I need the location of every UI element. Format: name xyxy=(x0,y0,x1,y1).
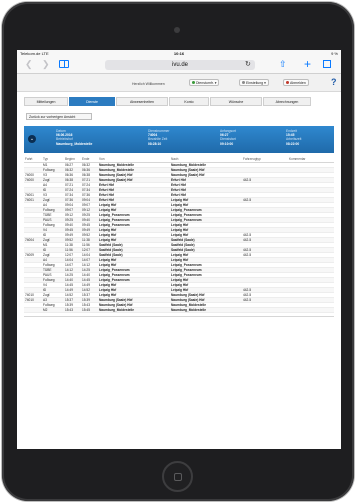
summary-label: Dienststart xyxy=(220,137,236,142)
summary-col-date: Datum 06.06.2016 Betriebshof Naumburg_Mo… xyxy=(56,129,92,146)
tabs-overview-icon[interactable] xyxy=(323,60,331,68)
table-cell: Naumburg_Moldestelle xyxy=(98,307,170,313)
logout-icon xyxy=(286,81,289,84)
tab-wuensche[interactable]: Wünsche xyxy=(210,97,262,106)
summary-value: 09:10:00 xyxy=(220,141,234,146)
front-camera xyxy=(174,27,180,33)
dienstumfrage-button[interactable]: Dienstumfr. ▾ xyxy=(189,79,220,86)
back-arrow-icon[interactable]: ❮ xyxy=(25,59,33,70)
table-cell xyxy=(288,307,334,313)
gear-icon xyxy=(242,81,245,84)
tab-abrechnungen[interactable]: Abrechnungen xyxy=(263,97,311,106)
dienstumfrage-label: Dienstumfr. xyxy=(196,80,214,85)
summary-label: Bezahlte Zeit xyxy=(148,137,168,142)
tab-abwesenheiten[interactable]: Abwesenheiten xyxy=(116,97,168,106)
logout-button[interactable]: Abmelden xyxy=(283,79,309,86)
welcome-text: Herzlich Willkommen xyxy=(132,82,165,86)
table-cell: M2 xyxy=(42,307,64,313)
back-to-previous-view-button[interactable]: Zurück zur vorherigen Ansicht xyxy=(26,113,92,120)
screen: Telekom.de LTE 10:16 9 % ❮ ❯ ivu.de ↻ ⇧ … xyxy=(17,50,341,449)
new-tab-icon[interactable]: + xyxy=(304,57,311,71)
tab-dienste[interactable]: Dienste xyxy=(69,97,115,106)
help-icon[interactable]: ? xyxy=(331,77,337,87)
chevron-down-icon: ▾ xyxy=(264,80,266,85)
table-cell: 15:43 xyxy=(64,307,81,313)
share-icon[interactable]: ⇧ xyxy=(279,59,287,70)
main-tabs: Mitteilungen Dienste Abwesenheiten Konto… xyxy=(24,97,334,106)
chevron-down-icon: ▾ xyxy=(214,80,217,85)
forward-arrow-icon[interactable]: ❯ xyxy=(42,59,50,70)
status-dot-icon xyxy=(192,81,195,84)
summary-value: 08:22:00 xyxy=(286,141,300,146)
logout-label: Abmelden xyxy=(290,80,306,85)
url-bar[interactable]: ivu.de xyxy=(105,60,255,70)
table-row[interactable]: M2 15:43 15:45 Naumburg_Moldestelle Naumburg… xyxy=(24,307,334,313)
table-footer-divider xyxy=(24,315,334,317)
summary-col-duty: Dienstnummer 74004 Bezahlte Zeit 08:28:1… xyxy=(148,129,169,146)
bookmarks-icon[interactable] xyxy=(59,60,69,68)
collapse-icon[interactable]: ⌄ xyxy=(28,135,36,143)
settings-label: Einstellung xyxy=(246,80,264,85)
summary-value: 08:28:10 xyxy=(148,141,162,146)
duty-trips-table: Fahrt Typ Beginn Ende Von Nach Fahrzeugt… xyxy=(24,156,334,313)
duty-summary-panel: ⌄ Datum 06.06.2016 Betriebshof Naumburg_… xyxy=(24,126,334,153)
settings-button[interactable]: Einstellung ▾ xyxy=(239,79,269,86)
status-bar: Telekom.de LTE 10:16 9 % xyxy=(17,50,341,57)
home-button[interactable] xyxy=(162,461,193,492)
tab-mitteilungen[interactable]: Mitteilungen xyxy=(24,97,68,106)
table-cell: 15:45 xyxy=(81,307,98,313)
clock: 10:16 xyxy=(173,51,185,56)
ipad-device-frame: Telekom.de LTE 10:16 9 % ❮ ❯ ivu.de ↻ ⇧ … xyxy=(2,2,354,501)
tab-konto[interactable]: Konto xyxy=(169,97,209,106)
browser-toolbar: ❮ ❯ ivu.de ↻ ⇧ + xyxy=(17,57,341,74)
table-cell: Naumburg_Moldestelle xyxy=(170,307,242,313)
summary-col-start: Anfangsort 06:27 Dienststart 09:10:00 xyxy=(220,129,236,146)
table-body: M1 06:27 06:32 Naumburg_Moldestelle Naumburg… xyxy=(24,162,334,313)
summary-value: Naumburg_Moldestelle xyxy=(56,141,93,146)
summary-label: Arbeitszeit xyxy=(286,137,302,142)
home-square-icon xyxy=(174,473,182,481)
app-header: Herzlich Willkommen Dienstumfr. ▾ Einste… xyxy=(17,74,341,92)
summary-col-end: Endzeit 15:45 Arbeitszeit 08:22:00 xyxy=(286,129,301,146)
table-cell xyxy=(24,307,42,313)
reload-icon[interactable]: ↻ xyxy=(245,60,251,68)
table-cell xyxy=(242,307,288,313)
